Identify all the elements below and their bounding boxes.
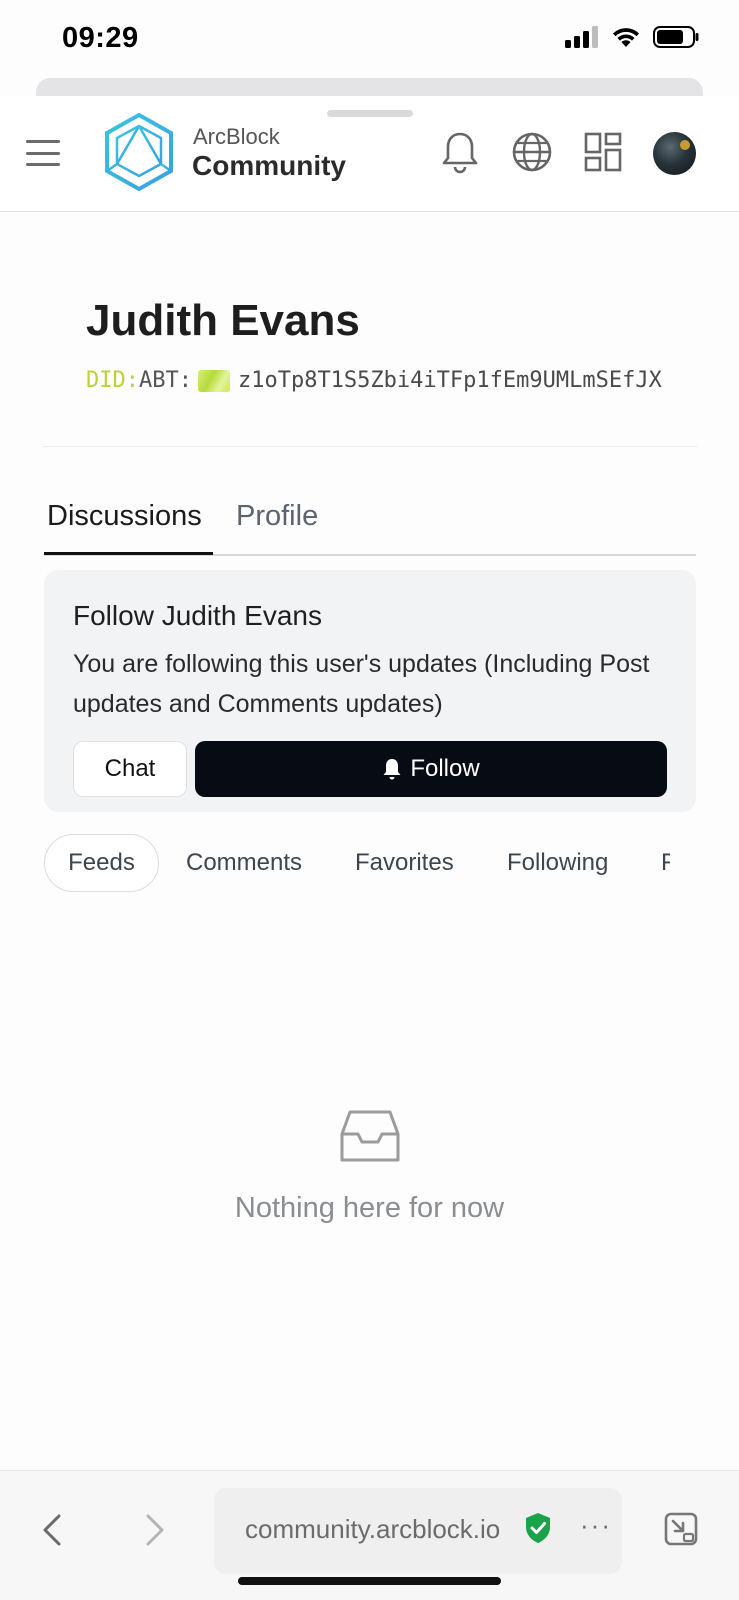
dashboard-grid-icon <box>584 132 622 172</box>
divider <box>43 446 697 447</box>
bell-filled-icon <box>383 759 401 780</box>
more-options-button[interactable]: ··· <box>580 1510 612 1541</box>
menu-icon-line <box>26 163 60 166</box>
subtab-favorites[interactable]: Favorites <box>355 834 454 892</box>
logo-text-community: Community <box>192 150 346 181</box>
inbox-empty-icon <box>338 1108 402 1169</box>
back-button[interactable] <box>40 1512 64 1553</box>
status-time: 09:29 <box>62 22 139 54</box>
empty-state-message: Nothing here for now <box>234 1192 505 1224</box>
did-value: z1oTp8T1S5Zbi4iTFp1fEm9UMLmSEfJX <box>237 368 662 393</box>
follow-button[interactable]: Follow <box>195 741 667 797</box>
home-indicator[interactable] <box>238 1577 501 1585</box>
chat-button-label: Chat <box>104 755 156 782</box>
secure-shield-icon <box>524 1512 552 1549</box>
minimize-button[interactable] <box>664 1512 698 1551</box>
profile-tabs: Discussions Profile <box>44 500 696 556</box>
did-prefix: DID: <box>86 368 139 393</box>
did-abt: ABT: <box>138 368 192 393</box>
active-tab-indicator <box>44 552 213 555</box>
follow-card-description: You are following this user's updates (I… <box>73 650 650 718</box>
arcblock-cube-icon <box>105 112 173 192</box>
did-avatar-icon <box>197 369 230 392</box>
battery-icon <box>653 26 699 48</box>
subtab-feeds[interactable]: Feeds <box>44 834 159 892</box>
url-text[interactable]: community.arcblock.io <box>245 1514 500 1545</box>
cellular-signal-icon <box>565 26 598 48</box>
menu-icon-line <box>26 140 60 143</box>
follow-button-label: Follow <box>410 755 480 782</box>
bell-icon <box>442 132 478 174</box>
arcblock-logo[interactable] <box>103 112 175 197</box>
subtab-comments[interactable]: Comments <box>186 834 302 892</box>
subtab-following[interactable]: Following <box>507 834 608 892</box>
forward-button[interactable] <box>143 1512 167 1553</box>
menu-icon-line <box>26 151 60 155</box>
minimize-window-icon <box>664 1512 698 1546</box>
user-avatar[interactable] <box>653 132 696 175</box>
subtab-followers[interactable]: F <box>661 834 670 892</box>
language-button[interactable] <box>510 130 554 174</box>
chevron-left-icon <box>43 1514 61 1546</box>
menu-button[interactable] <box>26 140 60 166</box>
sheet-grabber[interactable] <box>327 110 413 117</box>
chevron-right-icon <box>146 1514 164 1546</box>
notifications-button[interactable] <box>438 130 482 174</box>
follow-card-title: Follow Judith Evans <box>73 600 323 631</box>
wifi-icon <box>613 28 639 47</box>
sheet-top-edge <box>36 78 703 96</box>
tab-discussions[interactable]: Discussions <box>47 500 202 547</box>
profile-name: Judith Evans <box>86 296 360 345</box>
content-filter-tabs: Feeds Comments Favorites Following F <box>44 834 670 892</box>
apps-button[interactable] <box>581 130 625 174</box>
chat-button[interactable]: Chat <box>73 741 187 797</box>
tab-profile[interactable]: Profile <box>236 500 318 547</box>
status-icons <box>565 26 699 48</box>
did-address[interactable]: DID: ABT: z1oTp8T1S5Zbi4iTFp1fEm9UMLmSEf… <box>86 368 698 393</box>
globe-icon <box>512 132 552 172</box>
logo-text-brand: ArcBlock <box>193 124 280 149</box>
